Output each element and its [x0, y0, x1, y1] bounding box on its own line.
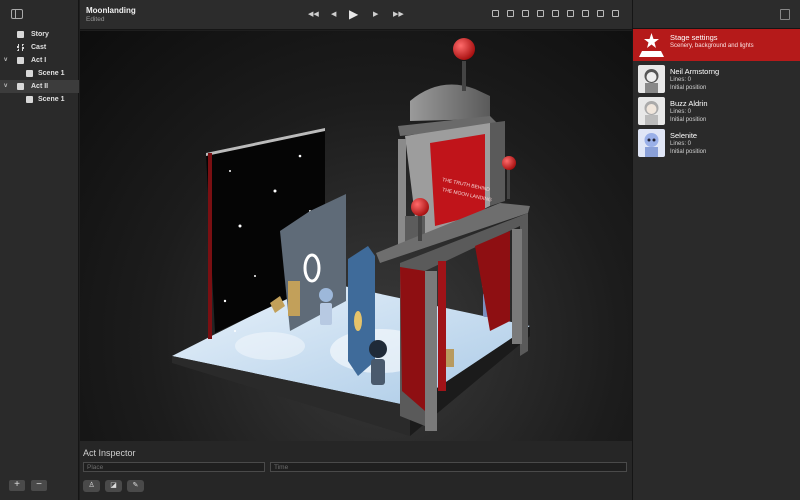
- actor-figure-2: [369, 340, 387, 385]
- act-icon: [17, 57, 24, 64]
- chevron-down-icon[interactable]: v: [4, 80, 7, 93]
- sidebar-item-label: Story: [31, 31, 49, 38]
- sidebar: Story Cast v Act I Scene 1 v Act II Scen…: [0, 0, 79, 500]
- cast-icon: [17, 44, 24, 51]
- character-card-buzz-aldrin[interactable]: Buzz Aldrin Lines: 0 Initial position: [633, 95, 800, 127]
- sidebar-item-label: Scene 1: [38, 96, 65, 103]
- red-lamp-top: [453, 38, 475, 91]
- sidebar-item-act-1[interactable]: v Act I: [0, 54, 79, 67]
- camera-right-icon[interactable]: [522, 10, 529, 17]
- card-position: Initial position: [670, 85, 707, 91]
- stage-viewport[interactable]: THE TRUTH BEHIND THE MOON LANDING: [80, 31, 632, 441]
- stage-scene: THE TRUTH BEHIND THE MOON LANDING: [172, 38, 530, 436]
- document-status: Edited: [86, 16, 105, 23]
- astronaut-avatar: [638, 65, 665, 93]
- actor-figure-4: [446, 349, 454, 367]
- card-name: Neil Armstorng: [670, 67, 720, 76]
- card-lines: Lines: 0: [670, 77, 692, 83]
- card-name: Stage settings: [670, 33, 718, 42]
- rewind-button[interactable]: ◀◀: [308, 10, 319, 18]
- character-card-neil-armstrong[interactable]: Neil Armstorng Lines: 0 Initial position: [633, 63, 800, 95]
- toolbar: Moonlanding Edited ◀◀ ◀ ▶ ▶ ▶▶: [80, 0, 632, 30]
- card-lines: Lines: 0: [670, 109, 692, 115]
- add-character-button[interactable]: ♙: [83, 480, 100, 492]
- add-button[interactable]: +: [9, 480, 25, 491]
- alien-avatar: [638, 129, 665, 157]
- sidebar-item-story[interactable]: Story: [0, 28, 79, 41]
- card-name: Buzz Aldrin: [670, 99, 708, 108]
- character-add-icon: ♙: [88, 482, 95, 489]
- card-lines: Lines: 0: [670, 141, 692, 147]
- card-name: Selenite: [670, 131, 698, 140]
- star-icon: [638, 31, 665, 59]
- character-card-selenite[interactable]: Selenite Lines: 0 Initial position: [633, 127, 800, 159]
- scene-icon: [26, 70, 33, 77]
- camera-left-icon[interactable]: [507, 10, 514, 17]
- previous-button[interactable]: ◀: [331, 10, 336, 18]
- camera-close-icon[interactable]: [582, 10, 589, 17]
- sidebar-toggle-icon[interactable]: [11, 9, 23, 19]
- camera-free-icon[interactable]: [597, 10, 604, 17]
- panel-toolbar: [633, 0, 800, 29]
- chevron-down-icon[interactable]: v: [4, 54, 7, 67]
- story-icon: [17, 31, 24, 38]
- card-position: Initial position: [670, 117, 707, 123]
- act-icon: [17, 83, 24, 90]
- camera-front-icon[interactable]: [492, 10, 499, 17]
- stage-settings-card[interactable]: Stage settings Scenery, background and l…: [633, 29, 800, 61]
- sidebar-item-label: Scene 1: [38, 70, 65, 77]
- add-light-button[interactable]: ✎: [127, 480, 144, 492]
- play-button[interactable]: ▶: [349, 7, 358, 21]
- camera-angle-icon[interactable]: [552, 10, 559, 17]
- actor-figure-1: [319, 288, 333, 325]
- sidebar-item-label: Act I: [31, 57, 47, 64]
- forward-button[interactable]: ▶▶: [393, 10, 404, 18]
- prop-add-icon: ◪: [110, 482, 117, 489]
- outline-tree: Story Cast v Act I Scene 1 v Act II Scen…: [0, 28, 79, 106]
- sidebar-item-cast[interactable]: Cast: [0, 41, 79, 54]
- inspector-title: Act Inspector: [83, 448, 136, 458]
- lights-icon[interactable]: [612, 10, 619, 17]
- next-button[interactable]: ▶: [373, 10, 378, 18]
- astronaut-avatar: [638, 97, 665, 125]
- sidebar-item-label: Cast: [31, 44, 47, 51]
- time-input[interactable]: [270, 462, 627, 472]
- scene-icon: [26, 96, 33, 103]
- sidebar-item-act-1-scene-1[interactable]: Scene 1: [0, 67, 79, 80]
- cast-panel: Stage settings Scenery, background and l…: [632, 0, 800, 500]
- camera-top-icon[interactable]: [537, 10, 544, 17]
- rocket-flat-right: [348, 246, 375, 376]
- light-add-icon: ✎: [132, 482, 139, 489]
- act-inspector: Act Inspector ♙ ◪ ✎: [80, 441, 632, 500]
- sidebar-item-label: Act II: [31, 83, 49, 90]
- place-input[interactable]: [83, 462, 265, 472]
- card-position: Initial position: [670, 149, 707, 155]
- trash-icon[interactable]: [780, 9, 790, 20]
- remove-button[interactable]: −: [31, 480, 47, 491]
- card-subtitle: Scenery, background and lights: [670, 43, 754, 49]
- document-title: Moonlanding: [86, 6, 136, 15]
- sidebar-item-act-2-scene-1[interactable]: Scene 1: [0, 93, 79, 106]
- add-prop-button[interactable]: ◪: [105, 480, 122, 492]
- sidebar-item-act-2[interactable]: v Act II: [0, 80, 79, 93]
- camera-wide-icon[interactable]: [567, 10, 574, 17]
